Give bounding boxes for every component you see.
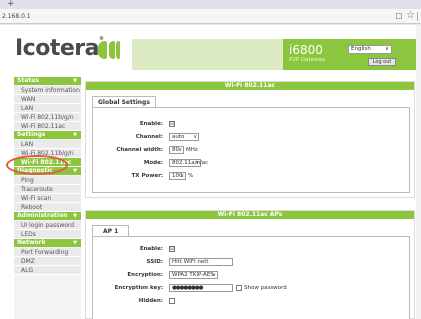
header: Icotera® i6800 P2P Gateway English ∨ Log … <box>0 25 421 77</box>
bookmark-star-icon[interactable]: ☆ <box>406 10 415 21</box>
highlight-annotation <box>6 155 68 175</box>
sidebar-item-traceroute[interactable]: Traceroute <box>14 185 81 194</box>
ap-settings-form: Enable: ☑ SSID: Hitt WIFI nett Encryptio… <box>92 236 410 319</box>
brand-mark-icon <box>98 41 120 59</box>
sidebar: Status ▼ System information WAN LAN Wi-Fi… <box>14 77 81 319</box>
page-action-icon[interactable] <box>396 13 402 19</box>
encryption-row: Encryption: WPA2 TKIP-AES ∨ <box>93 271 411 280</box>
chevron-down-icon: ∨ <box>178 147 182 153</box>
channel-select[interactable]: auto ∨ <box>169 133 199 141</box>
channel-width-select[interactable]: 80 ∨ <box>169 146 184 154</box>
sidebar-item-alg[interactable]: ALG <box>14 266 81 275</box>
tab-ap-1[interactable]: AP 1 <box>92 225 130 236</box>
tab-global-settings[interactable]: Global Settings <box>92 96 156 107</box>
ssid-input[interactable]: Hitt WIFI nett <box>169 258 233 266</box>
encryption-key-label: Encryption key: <box>114 285 163 291</box>
sidebar-item-system-information[interactable]: System information <box>14 86 81 95</box>
show-password-label: Show password <box>244 285 287 291</box>
language-select[interactable]: English ∨ <box>348 45 392 54</box>
browser-tab-bar: + <box>0 0 421 9</box>
encryption-label: Encryption: <box>127 272 163 278</box>
product-subtitle: P2P Gateway <box>289 57 326 63</box>
chevron-down-icon: ∨ <box>384 46 389 52</box>
chevron-down-icon: ∨ <box>195 160 199 166</box>
sidebar-item-wan[interactable]: WAN <box>14 95 81 104</box>
percent-unit: % <box>188 173 194 179</box>
mode-label: Mode: <box>143 160 163 166</box>
panel-title: Wi-Fi 802.11ac <box>86 82 414 90</box>
channel-width-label: Channel width: <box>116 147 163 153</box>
enable-label: Enable: <box>139 121 163 127</box>
sidebar-item-ping[interactable]: Ping <box>14 176 81 185</box>
router-admin-page: Icotera® i6800 P2P Gateway English ∨ Log … <box>0 25 421 319</box>
sidebar-item-leds[interactable]: LEDs <box>14 230 81 239</box>
logout-button[interactable]: Log out <box>368 58 396 66</box>
new-tab-button[interactable]: + <box>7 0 15 9</box>
tx-power-select[interactable]: 100 ∨ <box>169 172 186 180</box>
global-settings-form: Enable: ☑ Channel: auto ∨ Channel width: … <box>92 107 410 193</box>
sidebar-section-network[interactable]: Network ▼ <box>14 239 81 247</box>
model-name: i6800 <box>289 43 323 57</box>
sidebar-section-settings[interactable]: Settings ▼ <box>14 131 81 139</box>
caret-down-icon: ▼ <box>73 78 77 84</box>
wifi-ac-aps-panel: Wi-Fi 802.11ac APs AP 1 Enable: ☑ SSID: … <box>85 210 415 319</box>
sidebar-item-lan-settings[interactable]: LAN <box>14 140 81 149</box>
mode-select[interactable]: 802.11a/n/ac ∨ <box>169 159 208 167</box>
caret-down-icon: ▼ <box>73 240 77 246</box>
caret-down-icon: ▼ <box>73 213 77 219</box>
show-password-toggle[interactable]: Show password <box>236 284 287 292</box>
brand-logo: Icotera® <box>15 36 104 61</box>
toolbar-divider <box>417 12 418 21</box>
channel-row: Channel: auto ∨ <box>93 133 411 142</box>
sidebar-item-dmz[interactable]: DMZ <box>14 257 81 266</box>
scrollbar-track[interactable] <box>416 25 421 319</box>
encryption-key-row: Encryption key: ●●●●●●●● Show password <box>93 284 411 293</box>
hidden-label: Hidden: <box>138 298 163 304</box>
tx-power-row: TX Power: 100 ∨% <box>93 172 411 181</box>
url-text[interactable]: 2.168.0.1 <box>2 13 31 20</box>
ap-enable-row: Enable: ☑ <box>93 245 411 254</box>
mode-row: Mode: 802.11a/n/ac ∨ <box>93 159 411 168</box>
sidebar-item-lan-status[interactable]: LAN <box>14 104 81 113</box>
ap-enable-checkbox[interactable]: ☑ <box>169 246 175 252</box>
sidebar-item-wifi-bgn-status[interactable]: Wi-Fi 802.11b/g/n <box>14 113 81 122</box>
sidebar-item-reboot[interactable]: Reboot <box>14 203 81 212</box>
enable-row: Enable: ☑ <box>93 120 411 129</box>
caret-down-icon: ▼ <box>73 168 77 174</box>
ssid-label: SSID: <box>146 259 164 265</box>
encryption-select[interactable]: WPA2 TKIP-AES ∨ <box>169 271 218 279</box>
wifi-ac-panel: Wi-Fi 802.11ac Global Settings Enable: ☑… <box>85 81 415 198</box>
chevron-down-icon: ∨ <box>193 134 197 140</box>
chevron-down-icon: ∨ <box>212 272 216 278</box>
panel-title: Wi-Fi 802.11ac APs <box>86 211 414 219</box>
address-bar[interactable]: 2.168.0.1 ☆ <box>0 9 421 24</box>
sidebar-item-ui-login-password[interactable]: UI login password <box>14 221 81 230</box>
channel-width-row: Channel width: 80 ∨ MHz <box>93 146 411 155</box>
tx-power-label: TX Power: <box>131 173 163 179</box>
sidebar-item-wifi-scan[interactable]: Wi-Fi scan <box>14 194 81 203</box>
sidebar-section-administration[interactable]: Administration ▼ <box>14 212 81 220</box>
sidebar-item-port-forwarding[interactable]: Port Forwarding <box>14 248 81 257</box>
ap-enable-label: Enable: <box>139 246 163 252</box>
chevron-down-icon: ∨ <box>180 173 184 179</box>
channel-label: Channel: <box>135 134 163 140</box>
hidden-checkbox[interactable] <box>169 298 175 304</box>
mhz-unit: MHz <box>186 147 198 153</box>
sidebar-section-status[interactable]: Status ▼ <box>14 77 81 85</box>
hidden-row: Hidden: <box>93 297 411 306</box>
sidebar-item-wifi-ac-status[interactable]: Wi-Fi 802.11ac <box>14 122 81 131</box>
show-password-checkbox[interactable] <box>236 285 242 291</box>
encryption-key-input[interactable]: ●●●●●●●● <box>169 284 233 292</box>
enable-checkbox[interactable]: ☑ <box>169 121 175 127</box>
caret-down-icon: ▼ <box>73 132 77 138</box>
ssid-row: SSID: Hitt WIFI nett <box>93 258 411 267</box>
